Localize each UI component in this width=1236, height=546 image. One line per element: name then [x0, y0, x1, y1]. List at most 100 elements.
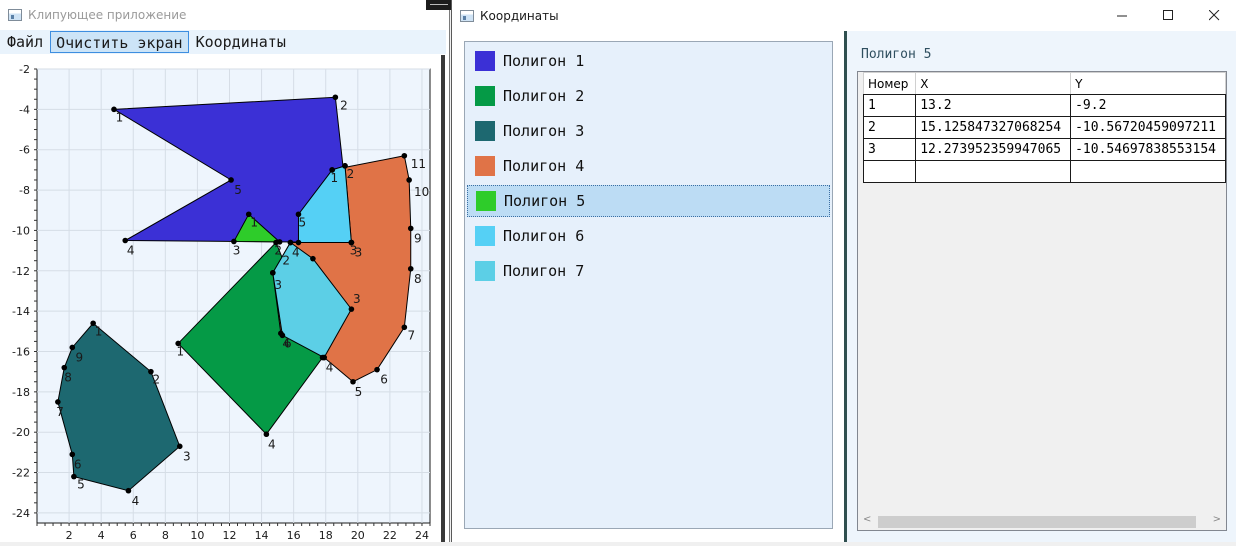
- maximize-icon: [1162, 10, 1173, 20]
- y-tick-label: -6: [19, 144, 30, 157]
- menu-file[interactable]: Файл: [2, 31, 48, 53]
- coordinates-panel: Полигон 5 Номер X Y 1 13.2 -9.2 2 15.1258473…: [847, 31, 1236, 542]
- plot-area[interactable]: 1 2 3 4 5 1 2 4 4 1 2 3 4 5 6 7 8 9 1 2 3 4 3 4 5 6 7 8 9 10 11 1 2 3 5 3 6 2…: [0, 55, 446, 542]
- color-swatch: [475, 86, 495, 106]
- polygon-list-item[interactable]: Полигон 6: [467, 220, 830, 252]
- vertex-point: [71, 473, 77, 480]
- vertex-point: [401, 152, 408, 159]
- polygon-list-item[interactable]: Полигон 7: [467, 255, 830, 287]
- x-tick-label: 8: [162, 529, 169, 542]
- y-tick-label: -2: [19, 63, 30, 76]
- vertex-point: [350, 378, 356, 385]
- polygon-list-item[interactable]: Полигон 3: [467, 115, 830, 147]
- close-icon: [1208, 10, 1219, 21]
- y-tick-label: -14: [12, 305, 30, 318]
- vertex-label: 6: [284, 336, 292, 350]
- vertex-point: [270, 269, 276, 276]
- minimize-button[interactable]: [1099, 0, 1145, 31]
- x-tick-label: 6: [130, 529, 137, 542]
- vertex-label: 3: [233, 244, 241, 258]
- x-tick-label: 24: [415, 529, 429, 542]
- vertex-label: 6: [380, 373, 388, 387]
- polygon-list[interactable]: Полигон 1 Полигон 2 Полигон 3 Полигон 4 Поли…: [464, 41, 833, 529]
- menu-bar: Файл Очистить экран Координаты: [0, 30, 446, 54]
- table-cell[interactable]: 13.2: [915, 94, 1072, 117]
- vertex-label: 4: [127, 244, 135, 258]
- scroll-right-icon[interactable]: >: [1213, 514, 1221, 525]
- vertex-point: [401, 324, 408, 331]
- x-tick-label: 14: [255, 529, 269, 542]
- vertex-label: 6: [74, 457, 82, 471]
- table-cell[interactable]: 2: [862, 116, 917, 139]
- maximize-button[interactable]: [1145, 0, 1191, 31]
- selected-polygon-title: Полигон 5: [861, 47, 932, 62]
- table-row[interactable]: 1 13.2 -9.2: [862, 94, 1226, 117]
- polygon-label: Полигон 2: [503, 87, 585, 105]
- x-tick-label: 18: [319, 529, 333, 542]
- table-cell[interactable]: [862, 160, 917, 183]
- menu-coordinates[interactable]: Координаты: [191, 31, 291, 53]
- polygon-label: Полигон 5: [504, 192, 586, 210]
- table-row[interactable]: 2 15.125847327068254 -10.56720459097211: [862, 116, 1226, 139]
- vertex-point: [374, 366, 380, 373]
- table-cell[interactable]: -10.54697838553154: [1070, 138, 1226, 161]
- scrollbar-thumb[interactable]: [878, 516, 1196, 528]
- column-header-x[interactable]: X: [915, 72, 1072, 95]
- polygon-label: Полигон 6: [503, 227, 585, 245]
- polygon-list-item[interactable]: Полигон 1: [467, 45, 830, 77]
- vertex-label: 5: [77, 478, 85, 492]
- vertex-point: [176, 443, 183, 450]
- table-cell[interactable]: [915, 160, 1072, 183]
- table-cell[interactable]: 3: [862, 138, 917, 161]
- y-tick-label: -18: [12, 386, 30, 399]
- table-cell[interactable]: -10.56720459097211: [1070, 116, 1226, 139]
- x-tick-label: 2: [66, 529, 73, 542]
- menu-clear-screen[interactable]: Очистить экран: [50, 31, 189, 53]
- vertex-point: [61, 364, 68, 371]
- vertex-point: [332, 94, 339, 101]
- vertex-label: 9: [414, 231, 422, 245]
- polygon-list-item[interactable]: Полигон 2: [467, 80, 830, 112]
- vertex-label: 1: [116, 110, 124, 124]
- table-cell[interactable]: 1: [862, 94, 917, 117]
- x-tick-label: 4: [98, 529, 105, 542]
- vertex-label: 2: [274, 244, 282, 258]
- column-header-number[interactable]: Номер: [862, 72, 917, 95]
- main-window: Клипующее приложение Файл Очистить экран…: [0, 0, 450, 542]
- vertex-label: 5: [298, 215, 306, 229]
- y-tick-label: -24: [12, 507, 30, 520]
- polygon-label: Полигон 3: [503, 122, 585, 140]
- vertex-label: 4: [268, 437, 276, 451]
- main-window-title: Клипующее приложение: [28, 8, 187, 22]
- polygon-plot[interactable]: 1234512441234567891 234345678910111235362…: [0, 55, 446, 542]
- column-header-y[interactable]: Y: [1070, 72, 1226, 95]
- table-cell[interactable]: 15.125847327068254: [915, 116, 1072, 139]
- vertex-label: 8: [414, 272, 422, 286]
- vertex-point: [69, 451, 76, 458]
- table-cell[interactable]: [1070, 160, 1226, 183]
- vertex-point: [69, 344, 76, 351]
- horizontal-scrollbar[interactable]: < >: [858, 513, 1226, 530]
- polygon-list-item[interactable]: Полигон 5: [467, 185, 830, 217]
- close-button[interactable]: [1191, 0, 1236, 31]
- y-tick-label: -10: [12, 224, 30, 237]
- drag-handle[interactable]: [426, 0, 452, 10]
- vertex-label: 5: [234, 183, 242, 197]
- table-row[interactable]: [862, 160, 1226, 183]
- vertex-label: 11: [411, 157, 426, 171]
- y-tick-label: -12: [12, 265, 30, 278]
- vertex-label: 8: [64, 371, 72, 385]
- app-window-icon: [8, 9, 22, 21]
- color-swatch: [475, 121, 495, 141]
- vertex-label: 2: [282, 254, 290, 268]
- main-titlebar[interactable]: Клипующее приложение: [0, 0, 449, 30]
- x-tick-label: 16: [287, 529, 301, 542]
- table-cell[interactable]: -9.2: [1070, 94, 1226, 117]
- table-cell[interactable]: 12.273952359947065: [915, 138, 1072, 161]
- table-row[interactable]: 3 12.273952359947065 -10.54697838553154: [862, 138, 1226, 161]
- polygon-list-item[interactable]: Полигон 4: [467, 150, 830, 182]
- vertex-point: [310, 255, 316, 262]
- coordinates-grid[interactable]: Номер X Y 1 13.2 -9.2 2 15.125847327068254 -1…: [857, 71, 1227, 531]
- scroll-left-icon[interactable]: <: [863, 514, 871, 525]
- vertex-label: 4: [326, 361, 334, 375]
